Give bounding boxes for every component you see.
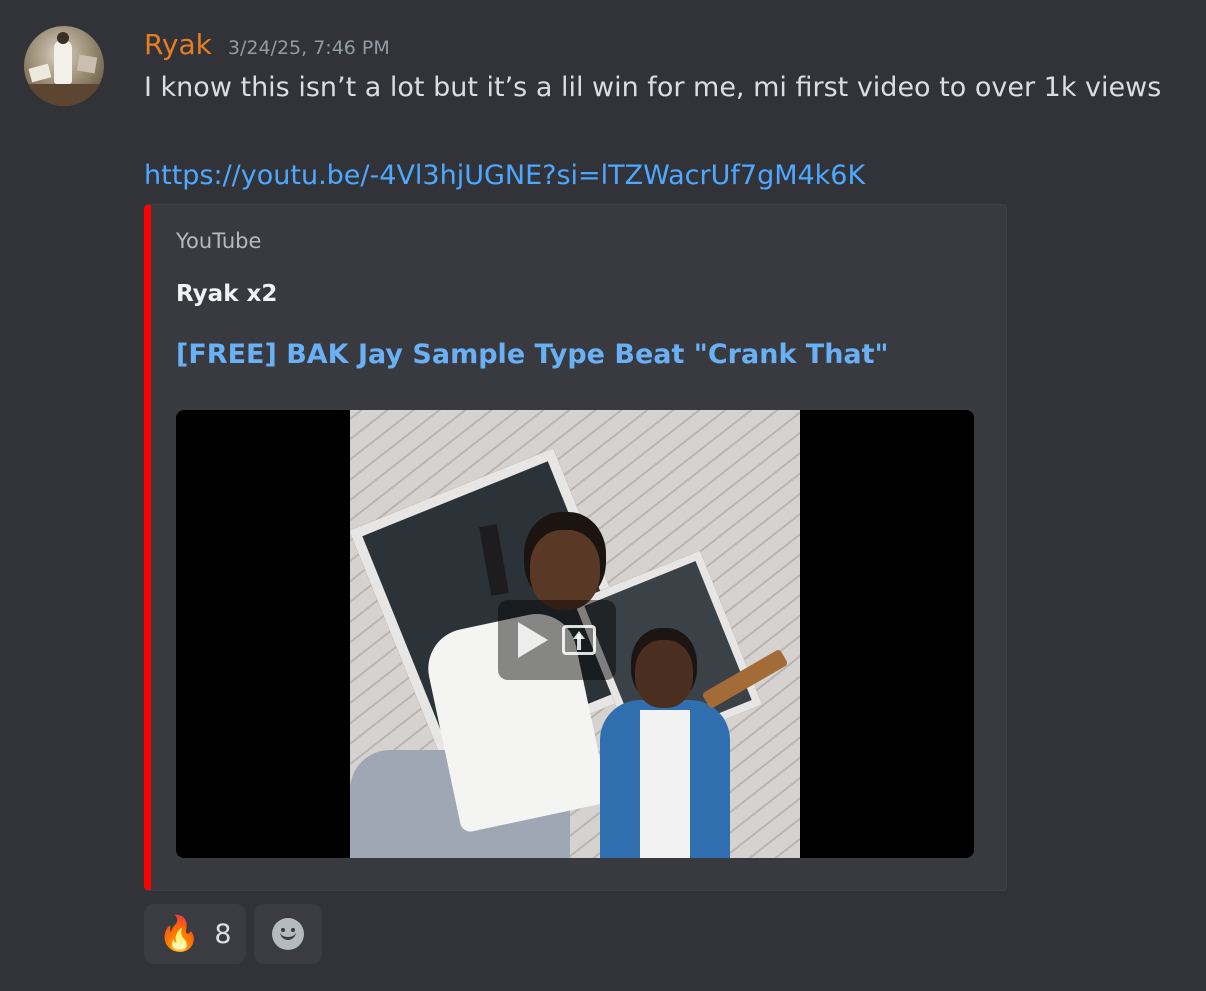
message-text: I know this isn’t a lot but it’s a lil w… [144,72,1162,103]
thumb-figure [640,710,690,858]
timestamp[interactable]: 3/24/25, 7:46 PM [228,37,390,59]
embed-author[interactable]: Ryak x2 [176,281,277,307]
thumb-figure [530,530,600,610]
avatar-detail [28,63,52,83]
reaction-count: 8 [214,918,232,950]
video-controls [498,600,616,680]
video-player[interactable] [176,410,974,858]
avatar-floor [24,84,104,106]
message-link[interactable]: https://youtu.be/-4Vl3hjUGNE?si=lTZWacrU… [144,160,865,191]
reactions-bar: 🔥 8 [144,904,322,964]
thumb-figure [635,640,693,708]
smile-mouth [279,930,296,940]
embed-provider[interactable]: YouTube [176,229,261,253]
avatar-detail [76,54,98,74]
embed-accent-bar [144,205,151,890]
fire-icon: 🔥 [158,914,201,954]
play-icon[interactable] [518,622,548,658]
message-header: Ryak 3/24/25, 7:46 PM [144,28,390,61]
youtube-embed: YouTube Ryak x2 [FREE] BAK Jay Sample Ty… [144,204,1007,891]
popout-icon[interactable] [562,625,596,655]
reaction-fire[interactable]: 🔥 8 [144,904,246,964]
avatar-head [57,32,69,44]
avatar[interactable] [24,26,104,106]
username[interactable]: Ryak [144,28,212,61]
add-reaction-button[interactable] [253,904,322,964]
embed-title[interactable]: [FREE] BAK Jay Sample Type Beat "Crank T… [176,339,889,370]
avatar-figure [54,40,72,84]
smile-icon [271,918,304,950]
